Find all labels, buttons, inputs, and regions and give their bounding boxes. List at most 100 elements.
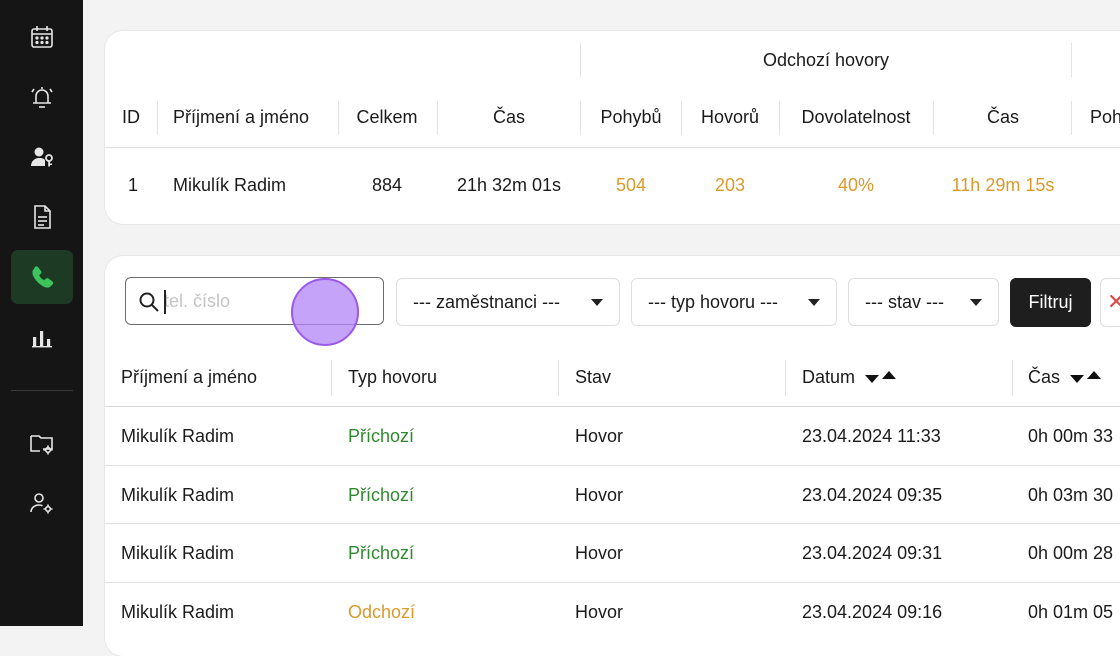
header-divider (105, 406, 1120, 407)
row-date: 23.04.2024 11:33 (802, 426, 941, 446)
row-divider (105, 582, 1120, 583)
col-header-moves-cut: Poh (1090, 107, 1120, 127)
summary-time-outgoing: 11h 29m 15s (951, 175, 1055, 195)
group-header-outgoing: Odchozí hovory (762, 50, 890, 70)
col-divider (558, 360, 559, 396)
status-select[interactable]: --- stav --- (848, 278, 999, 326)
header-divider (105, 147, 1120, 148)
row-name: Mikulík Radim (121, 602, 235, 622)
calendar-icon (31, 26, 53, 48)
col-header-id: ID (122, 107, 140, 127)
group-divider (1071, 43, 1072, 77)
employees-select[interactable]: --- zaměstnanci --- (396, 278, 620, 326)
row-name: Mikulík Radim (121, 426, 235, 446)
col-header-time-outgoing: Čas (986, 107, 1020, 127)
employees-select-value: --- zaměstnanci --- (413, 291, 561, 312)
chevron-down-icon (808, 299, 820, 306)
nav-documents[interactable] (11, 190, 73, 244)
col-header-total: Celkem (356, 107, 418, 127)
col-header-time: Čas (492, 107, 526, 127)
nav-calendar[interactable] (11, 10, 73, 64)
col-divider (785, 360, 786, 396)
search-icon (139, 292, 159, 312)
sidebar-divider (11, 390, 73, 391)
row-status: Hovor (575, 602, 624, 622)
phone-icon (32, 266, 54, 288)
filter-button[interactable]: Filtruj (1010, 278, 1091, 327)
col-header-calls: Hovorů (700, 107, 760, 127)
row-date: 23.04.2024 09:35 (802, 485, 943, 505)
nav-calls[interactable] (11, 250, 73, 304)
sort-desc-icon[interactable] (865, 375, 880, 383)
group-divider (580, 43, 581, 77)
close-icon: ✕ (1107, 289, 1120, 314)
calls-list: --- zaměstnanci --- --- typ hovoru --- -… (105, 256, 1120, 656)
col-header-date-label: Datum (802, 367, 856, 387)
sort-asc-icon[interactable] (1087, 371, 1102, 379)
col-header-name: Příjmení a jméno (173, 107, 310, 127)
summary-total: 884 (371, 175, 403, 195)
row-status: Hovor (575, 485, 624, 505)
document-icon (34, 205, 51, 229)
call-type-select-value: --- typ hovoru --- (648, 291, 779, 312)
col-header-time-label: Čas (1028, 367, 1061, 387)
col-divider (1012, 360, 1013, 396)
row-time: 0h 00m 28 (1028, 543, 1114, 563)
col-header-name: Příjmení a jméno (121, 367, 258, 387)
col-divider (580, 101, 581, 135)
user-settings-icon (30, 493, 53, 514)
nav-users-access[interactable] (11, 130, 73, 184)
row-type: Příchozí (348, 543, 415, 563)
summary-table: Odchozí hovory ID Příjmení a jméno Celke… (105, 31, 1120, 224)
row-status: Hovor (575, 426, 624, 446)
chevron-down-icon (591, 299, 603, 306)
row-date: 23.04.2024 09:16 (802, 602, 943, 622)
col-divider (681, 101, 682, 135)
col-divider (779, 101, 780, 135)
row-divider (105, 465, 1120, 466)
col-header-moves: Pohybů (600, 107, 662, 127)
col-divider (157, 101, 158, 135)
time-sort-controls (1070, 368, 1102, 389)
row-date: 23.04.2024 09:31 (802, 543, 943, 563)
clear-filter-button[interactable]: ✕ (1100, 278, 1120, 327)
col-header-time: Čas (1028, 367, 1102, 389)
status-select-value: --- stav --- (865, 291, 944, 312)
bar-chart-icon (32, 331, 52, 348)
row-type: Příchozí (348, 426, 415, 446)
row-name: Mikulík Radim (121, 485, 235, 505)
nav-folder-settings[interactable] (11, 416, 73, 470)
col-header-date: Datum (802, 367, 897, 389)
col-divider (1071, 101, 1072, 135)
row-time: 0h 01m 05 (1028, 602, 1114, 622)
row-type: Příchozí (348, 485, 415, 505)
summary-id: 1 (128, 175, 139, 195)
row-divider (105, 523, 1120, 524)
col-divider (338, 101, 339, 135)
col-header-reachability: Dovolatelnost (801, 107, 911, 127)
col-header-type: Typ hovoru (348, 367, 438, 387)
sort-desc-icon[interactable] (1070, 375, 1085, 383)
alarm-icon (31, 87, 53, 108)
sort-asc-icon[interactable] (882, 371, 897, 379)
summary-name: Mikulík Radim (173, 175, 287, 195)
row-type: Odchozí (348, 602, 416, 622)
text-caret (164, 290, 166, 314)
row-name: Mikulík Radim (121, 543, 235, 563)
nav-statistics[interactable] (11, 310, 73, 364)
date-sort-controls (865, 368, 897, 389)
summary-reachability: 40% (837, 175, 875, 195)
col-divider (933, 101, 934, 135)
row-time: 0h 00m 33 (1028, 426, 1114, 446)
nav-user-settings[interactable] (11, 476, 73, 530)
row-status: Hovor (575, 543, 624, 563)
folder-settings-icon (30, 435, 53, 455)
nav-alarm[interactable] (11, 70, 73, 124)
summary-moves: 504 (615, 175, 647, 195)
user-key-icon (31, 147, 53, 167)
col-header-status: Stav (575, 367, 612, 387)
summary-calls: 203 (714, 175, 746, 195)
chevron-down-icon (970, 299, 982, 306)
call-type-select[interactable]: --- typ hovoru --- (631, 278, 837, 326)
sidebar (0, 0, 83, 626)
